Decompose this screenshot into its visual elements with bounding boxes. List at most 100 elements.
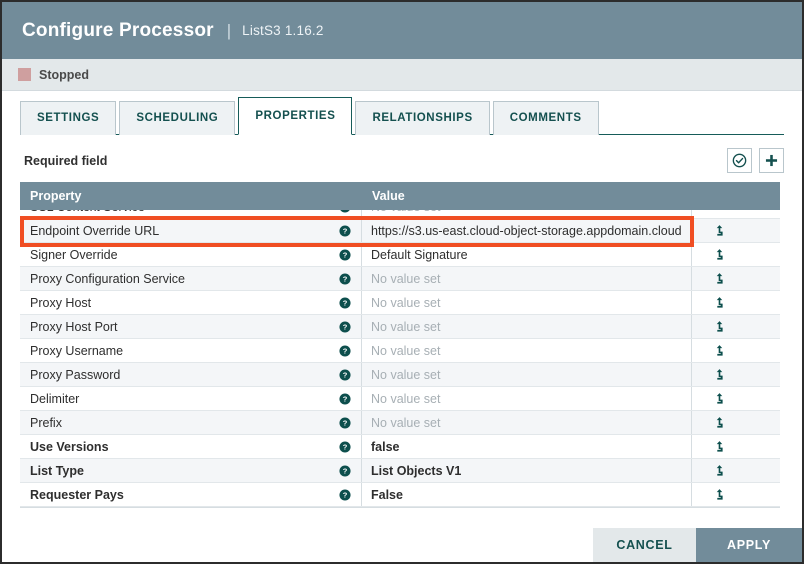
property-value: No value set bbox=[371, 319, 441, 334]
go-to-property-icon[interactable] bbox=[714, 416, 725, 429]
property-name-cell: Proxy Host? bbox=[20, 291, 362, 314]
go-to-property-icon[interactable] bbox=[714, 296, 725, 309]
table-row[interactable]: Requester Pays? False bbox=[20, 483, 780, 507]
property-action-cell bbox=[692, 363, 780, 386]
help-icon[interactable]: ? bbox=[339, 488, 351, 501]
property-value-cell[interactable]: No value set bbox=[362, 339, 692, 362]
go-to-property-icon[interactable] bbox=[714, 392, 725, 405]
property-name-cell: Signer Override? bbox=[20, 243, 362, 266]
tab-properties[interactable]: PROPERTIES bbox=[238, 97, 353, 135]
property-value-cell[interactable]: No value set bbox=[362, 315, 692, 338]
required-field-label: Required field bbox=[24, 153, 108, 168]
help-icon[interactable]: ? bbox=[339, 368, 351, 381]
property-name: Endpoint Override URL bbox=[30, 223, 160, 238]
property-value-cell[interactable]: No value set bbox=[362, 363, 692, 386]
help-icon[interactable]: ? bbox=[339, 224, 351, 237]
tab-settings[interactable]: SETTINGS bbox=[20, 101, 117, 135]
property-name: Prefix bbox=[30, 415, 62, 430]
go-to-property-icon[interactable] bbox=[714, 464, 725, 477]
go-to-property-icon[interactable] bbox=[714, 440, 725, 453]
configure-processor-dialog: Configure Processor | ListS3 1.16.2 Stop… bbox=[0, 0, 804, 564]
property-name: Use Versions bbox=[30, 439, 109, 454]
property-action-cell bbox=[692, 339, 780, 362]
property-action-cell bbox=[692, 411, 780, 434]
table-row[interactable]: Proxy Host? No value set bbox=[20, 291, 780, 315]
property-value: No value set bbox=[371, 271, 441, 286]
go-to-property-icon[interactable] bbox=[714, 320, 725, 333]
go-to-property-icon[interactable] bbox=[714, 224, 725, 237]
go-to-property-icon[interactable] bbox=[714, 344, 725, 357]
dialog-title: Configure Processor bbox=[22, 19, 214, 41]
property-value-cell[interactable]: List Objects V1 bbox=[362, 459, 692, 482]
svg-text:?: ? bbox=[343, 322, 348, 331]
tab-bar: SETTINGS SCHEDULING PROPERTIES RELATIONS… bbox=[2, 91, 802, 135]
property-value: https://s3.us-east.cloud-object-storage.… bbox=[371, 223, 682, 238]
property-name: Proxy Configuration Service bbox=[30, 271, 185, 286]
svg-text:?: ? bbox=[343, 226, 348, 235]
go-to-property-icon[interactable] bbox=[714, 272, 725, 285]
property-name-cell: Proxy Configuration Service? bbox=[20, 267, 362, 290]
tab-scheduling[interactable]: SCHEDULING bbox=[119, 101, 236, 135]
property-value-cell[interactable]: No value set bbox=[362, 411, 692, 434]
property-name-cell: Prefix? bbox=[20, 411, 362, 434]
apply-button[interactable]: APPLY bbox=[696, 528, 802, 562]
add-property-button[interactable] bbox=[759, 148, 784, 173]
property-name-cell: Proxy Password? bbox=[20, 363, 362, 386]
property-value-cell[interactable]: No value set bbox=[362, 291, 692, 314]
svg-text:?: ? bbox=[343, 394, 348, 403]
table-row[interactable]: Proxy Host Port? No value set bbox=[20, 315, 780, 339]
table-body[interactable]: SSL Context Service? No value set Endpoint… bbox=[20, 210, 780, 508]
go-to-property-icon[interactable] bbox=[714, 368, 725, 381]
table-row[interactable]: Prefix? No value set bbox=[20, 411, 780, 435]
property-value-cell[interactable]: No value set bbox=[362, 387, 692, 410]
go-to-property-icon[interactable] bbox=[714, 248, 725, 261]
property-value-cell[interactable]: Default Signature bbox=[362, 243, 692, 266]
table-row[interactable]: Proxy Username? No value set bbox=[20, 339, 780, 363]
table-row[interactable]: Signer Override? Default Signature bbox=[20, 243, 780, 267]
help-icon[interactable]: ? bbox=[339, 416, 351, 429]
property-value: Default Signature bbox=[371, 247, 468, 262]
property-value-cell[interactable]: No value set bbox=[362, 210, 692, 218]
processor-type-version: ListS3 1.16.2 bbox=[242, 23, 324, 38]
help-icon[interactable]: ? bbox=[339, 392, 351, 405]
table-row[interactable]: SSL Context Service? No value set bbox=[20, 210, 780, 219]
property-value: No value set bbox=[371, 391, 441, 406]
help-icon[interactable]: ? bbox=[339, 320, 351, 333]
property-name-cell: Proxy Username? bbox=[20, 339, 362, 362]
properties-table: Property Value SSL Context Service? No va… bbox=[20, 182, 780, 508]
help-icon[interactable]: ? bbox=[339, 248, 351, 261]
property-value-cell[interactable]: https://s3.us-east.cloud-object-storage.… bbox=[362, 219, 692, 242]
cancel-button[interactable]: CANCEL bbox=[593, 528, 696, 562]
property-action-cell bbox=[692, 267, 780, 290]
go-to-property-icon[interactable] bbox=[714, 488, 725, 501]
check-circle-icon bbox=[732, 153, 747, 168]
property-value: No value set bbox=[371, 295, 441, 310]
stopped-status-icon bbox=[18, 68, 31, 81]
table-row[interactable]: Delimiter? No value set bbox=[20, 387, 780, 411]
table-row[interactable]: Use Versions? false bbox=[20, 435, 780, 459]
help-icon[interactable]: ? bbox=[339, 272, 351, 285]
svg-text:?: ? bbox=[343, 210, 348, 211]
property-action-cell bbox=[692, 243, 780, 266]
table-row[interactable]: Proxy Configuration Service? No value set bbox=[20, 267, 780, 291]
help-icon[interactable]: ? bbox=[339, 464, 351, 477]
verify-properties-button[interactable] bbox=[727, 148, 752, 173]
property-value-cell[interactable]: False bbox=[362, 483, 692, 506]
property-name: Delimiter bbox=[30, 391, 80, 406]
help-icon[interactable]: ? bbox=[339, 210, 351, 213]
tab-comments[interactable]: COMMENTS bbox=[492, 101, 599, 135]
table-row[interactable]: Proxy Password? No value set bbox=[20, 363, 780, 387]
help-icon[interactable]: ? bbox=[339, 344, 351, 357]
property-name-cell: Proxy Host Port? bbox=[20, 315, 362, 338]
help-icon[interactable]: ? bbox=[339, 440, 351, 453]
property-value-cell[interactable]: false bbox=[362, 435, 692, 458]
property-name: Requester Pays bbox=[30, 487, 124, 502]
svg-text:?: ? bbox=[343, 370, 348, 379]
svg-text:?: ? bbox=[343, 346, 348, 355]
tab-relationships[interactable]: RELATIONSHIPS bbox=[355, 101, 490, 135]
table-row[interactable]: Endpoint Override URL? https://s3.us-east… bbox=[20, 219, 780, 243]
help-icon[interactable]: ? bbox=[339, 296, 351, 309]
table-row[interactable]: List Type? List Objects V1 bbox=[20, 459, 780, 483]
property-name-cell: Delimiter? bbox=[20, 387, 362, 410]
property-value-cell[interactable]: No value set bbox=[362, 267, 692, 290]
